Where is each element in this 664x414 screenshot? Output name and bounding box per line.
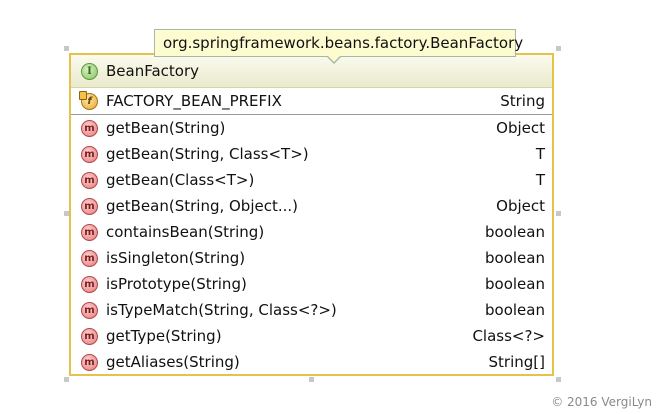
class-header[interactable]: I BeanFactory (71, 55, 552, 88)
uml-class-box[interactable]: I BeanFactory f FACTORY_BEAN_PREFIX String… (69, 53, 554, 376)
resize-handle-bottom-right[interactable] (556, 377, 561, 382)
tooltip-arrow-inner (327, 55, 341, 62)
method-icon: m (81, 327, 98, 345)
method-row[interactable]: m isPrototype(String) boolean (71, 271, 552, 297)
method-icon: m (81, 275, 98, 293)
method-signature: getBean(String, Object...) (106, 197, 299, 215)
method-icon: m (81, 249, 98, 267)
resize-handle-top-left[interactable] (64, 46, 69, 51)
method-return-type: boolean (485, 301, 545, 319)
method-row[interactable]: m getBean(String, Object...) Object (71, 193, 552, 219)
resize-handle-bottom-mid[interactable] (309, 377, 314, 382)
resize-handle-mid-right[interactable] (556, 211, 561, 216)
resize-handle-top-right[interactable] (556, 46, 561, 51)
interface-icon: I (81, 62, 98, 80)
method-icon: m (81, 145, 98, 163)
method-return-type: boolean (485, 249, 545, 267)
method-return-type: boolean (485, 275, 545, 293)
method-icon: m (81, 171, 98, 189)
static-badge-icon (79, 90, 87, 100)
method-row[interactable]: m containsBean(String) boolean (71, 219, 552, 245)
method-row[interactable]: m getType(String) Class<?> (71, 323, 552, 349)
method-icon: m (81, 301, 98, 319)
method-icon: m (81, 119, 98, 137)
method-row[interactable]: m getBean(String, Class<T>) T (71, 141, 552, 167)
field-type: String (500, 92, 545, 110)
fields-section: f FACTORY_BEAN_PREFIX String (71, 88, 552, 115)
method-icon: m (81, 223, 98, 241)
method-signature: getBean(String, Class<T>) (106, 145, 309, 163)
method-signature: getAliases(String) (106, 353, 240, 371)
field-row[interactable]: f FACTORY_BEAN_PREFIX String (71, 88, 552, 115)
method-return-type: Class<?> (472, 327, 545, 345)
class-name: BeanFactory (106, 62, 200, 80)
method-return-type: T (535, 145, 545, 163)
method-row[interactable]: m getBean(String) Object (71, 115, 552, 141)
method-return-type: T (535, 171, 545, 189)
method-icon: m (81, 197, 98, 215)
method-signature: isPrototype(String) (106, 275, 247, 293)
method-signature: isSingleton(String) (106, 249, 246, 267)
method-signature: containsBean(String) (106, 223, 265, 241)
method-icon: m (81, 353, 98, 371)
method-return-type: Object (496, 197, 545, 215)
copyright-watermark: © 2016 VergiLyn (551, 395, 652, 409)
method-signature: getBean(Class<T>) (106, 171, 255, 189)
qualified-name-tooltip: org.springframework.beans.factory.BeanFa… (154, 29, 523, 57)
field-name: FACTORY_BEAN_PREFIX (106, 92, 282, 110)
field-icon-letter: f (87, 95, 92, 107)
methods-section: m getBean(String) Object m getBean(String, C… (71, 115, 552, 375)
method-return-type: Object (496, 119, 545, 137)
method-signature: getBean(String) (106, 119, 226, 137)
method-row[interactable]: m isSingleton(String) boolean (71, 245, 552, 271)
resize-handle-bottom-left[interactable] (64, 377, 69, 382)
method-signature: getType(String) (106, 327, 222, 345)
method-return-type: boolean (485, 223, 545, 241)
static-final-field-icon: f (79, 90, 98, 110)
method-return-type: String[] (488, 353, 545, 371)
method-row[interactable]: m isTypeMatch(String, Class<?>) boolean (71, 297, 552, 323)
method-signature: isTypeMatch(String, Class<?>) (106, 301, 337, 319)
method-row[interactable]: m getAliases(String) String[] (71, 349, 552, 375)
method-row[interactable]: m getBean(Class<T>) T (71, 167, 552, 193)
